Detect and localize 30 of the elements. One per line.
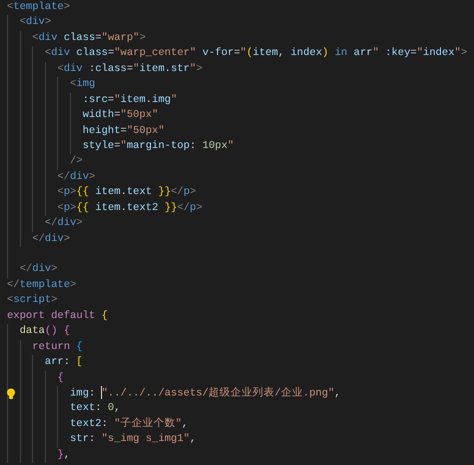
code-line: img: "../../../assets/超级企业列表/企业.png", — [70, 386, 341, 402]
code-line: </template> — [7, 278, 76, 293]
code-line: <div class="warp_center" v-for="(item, index) in arr" :key="index"> — [44, 46, 468, 62]
code-line: </div> — [32, 232, 70, 247]
code-line: <div> — [20, 15, 52, 30]
code-line: width="50px" — [82, 108, 158, 124]
code-line: <p>{{ item.text }}</p> — [57, 185, 196, 200]
code-line: export default { — [7, 308, 108, 324]
code-line: text2: "子企业个数", — [70, 416, 188, 432]
code-line: </div> — [20, 262, 58, 278]
code-line: }, — [57, 448, 70, 463]
code-line: <div :class="item.str"> — [57, 62, 202, 77]
code-line: return { — [32, 340, 83, 355]
lightbulb-icon[interactable] — [6, 388, 16, 400]
code-line: :src="item.img" — [82, 92, 178, 108]
code-line: <template> — [7, 0, 70, 15]
code-line: <img — [70, 77, 96, 92]
code-line: <div class="warp"> — [32, 30, 146, 46]
code-line: text: 0, — [70, 401, 120, 416]
code-line: arr: [ — [44, 355, 83, 370]
code-line: data() { — [20, 324, 70, 340]
code-line: height="50px" — [82, 124, 164, 138]
code-line: style="margin-top: 10px" — [82, 138, 234, 154]
code-line: str: "s_img s_img1", — [70, 432, 196, 448]
code-line: </div> — [44, 216, 83, 232]
code-line: </div> — [57, 170, 96, 185]
code-line: { — [57, 370, 64, 386]
code-line: <script> — [7, 293, 58, 308]
code-line: <p>{{ item.text2 }}</p> — [57, 200, 202, 216]
code-line: /> — [70, 154, 83, 170]
